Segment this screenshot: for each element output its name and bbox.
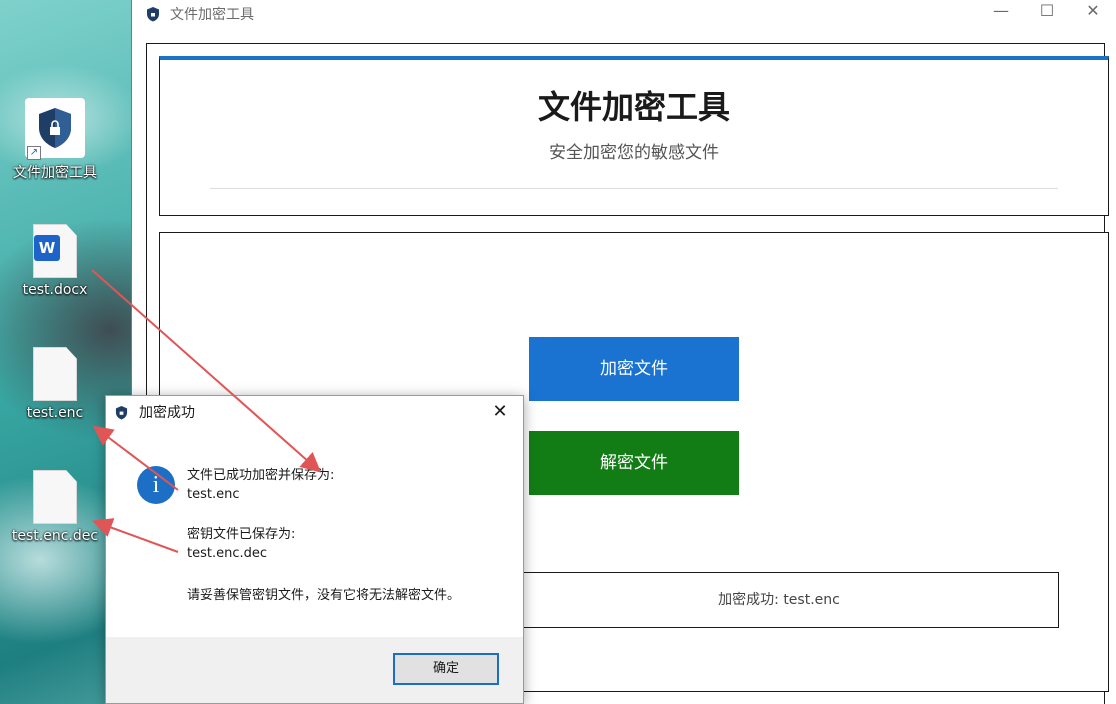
message-text: 密钥文件已保存为: [187, 527, 296, 542]
word-badge: W [34, 235, 60, 261]
app-shield-icon [147, 7, 159, 22]
desktop-icon-enc-dec[interactable]: test.enc.dec [0, 470, 110, 544]
desktop-icon-label: test.docx [22, 282, 88, 298]
encrypt-file-button[interactable]: 加密文件 [529, 337, 739, 401]
status-label: 加密成功: test.enc [499, 572, 1059, 628]
ok-button[interactable]: 确定 [393, 653, 499, 685]
window-title: 文件加密工具 [170, 7, 254, 23]
window-titlebar[interactable]: 文件加密工具 — ☐ ✕ [132, 0, 1116, 28]
app-shield-icon [115, 405, 128, 419]
app-shield-icon: ↗ [25, 98, 85, 160]
close-button[interactable]: ✕ [1070, 0, 1116, 24]
dialog-footer: 确定 [106, 637, 523, 703]
decrypt-file-button[interactable]: 解密文件 [529, 431, 739, 495]
dialog-message-encrypted: 文件已成功加密并保存为: test.enc [187, 466, 334, 504]
dialog-title: 加密成功 [139, 405, 195, 421]
success-dialog: 加密成功 ✕ i 文件已成功加密并保存为: test.enc 密钥文件已保存为:… [105, 395, 524, 704]
desktop-icon-label: test.enc [26, 405, 84, 421]
dialog-message-key: 密钥文件已保存为: test.enc.dec [187, 525, 295, 563]
info-icon: i [137, 466, 175, 504]
desktop-icon-label: test.enc.dec [11, 528, 99, 544]
message-value: test.enc [187, 487, 240, 502]
message-value: test.enc.dec [187, 546, 268, 561]
page-title: 文件加密工具 [537, 88, 730, 126]
word-doc-icon: W [33, 224, 77, 278]
file-icon [33, 470, 77, 524]
desktop-icon-enc[interactable]: test.enc [0, 347, 110, 421]
page-subtitle: 安全加密您的敏感文件 [549, 143, 719, 163]
desktop-icon-label: 文件加密工具 [13, 165, 97, 181]
minimize-button[interactable]: — [978, 0, 1024, 24]
message-text: 文件已成功加密并保存为: [187, 468, 335, 483]
dialog-titlebar[interactable]: 加密成功 ✕ [106, 396, 523, 428]
desktop-icon-app[interactable]: ↗ 文件加密工具 [0, 98, 110, 182]
maximize-button[interactable]: ☐ [1024, 0, 1070, 24]
divider [210, 188, 1058, 189]
dialog-close-button[interactable]: ✕ [477, 396, 523, 428]
header-card: 文件加密工具 安全加密您的敏感文件 [159, 56, 1109, 216]
dialog-message-warning: 请妥善保管密钥文件，没有它将无法解密文件。 [187, 588, 461, 603]
shortcut-arrow-icon: ↗ [27, 146, 41, 160]
file-icon [33, 347, 77, 401]
desktop-icon-docx[interactable]: W test.docx [0, 224, 110, 298]
